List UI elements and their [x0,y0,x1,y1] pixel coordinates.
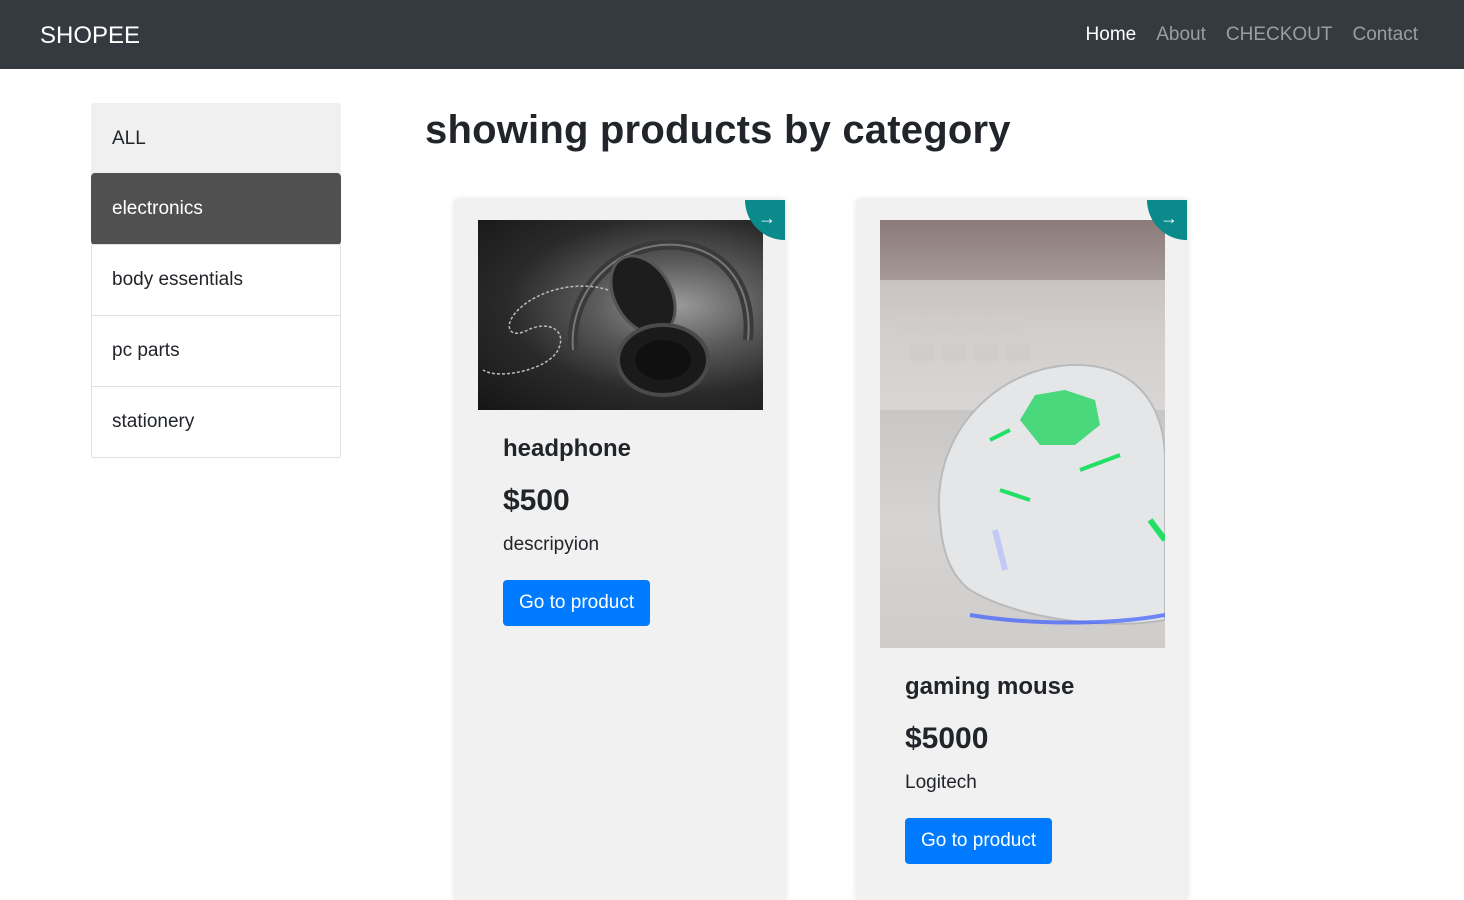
nav-link-about[interactable]: About [1156,22,1206,48]
product-name: headphone [503,435,632,462]
category-item-all[interactable]: ALL [91,103,341,174]
product-image-headphone [478,220,763,410]
product-description: Logitech [905,772,977,793]
product-card-body: headphone $500 descripyion Go to product [503,434,651,626]
nav-links: Home About CHECKOUT Contact [1086,22,1418,48]
category-item-body-essentials[interactable]: body essentials [91,244,341,316]
category-item-stationery[interactable]: stationery [91,386,341,458]
product-card: → headphone $500 descripyion Go to produ… [455,200,785,900]
headphone-illustration [482,239,754,397]
product-price: $5000 [905,722,989,755]
product-price: $500 [503,484,570,517]
product-name: gaming mouse [905,673,1075,700]
product-image-gaming-mouse [880,220,1165,648]
brand-logo[interactable]: SHOPEE [40,21,140,51]
go-to-product-button[interactable]: Go to product [503,580,651,626]
nav-link-home[interactable]: Home [1086,22,1137,48]
nav-link-checkout[interactable]: CHECKOUT [1226,22,1333,48]
top-navbar: SHOPEE Home About CHECKOUT Contact [0,0,1464,69]
category-list: ALL electronics body essentials pc parts… [91,103,341,458]
category-item-pc-parts[interactable]: pc parts [91,315,341,387]
page-title: showing products by category [425,108,1011,152]
category-item-electronics[interactable]: electronics [91,173,341,245]
product-card-body: gaming mouse $5000 Logitech Go to produc… [905,672,1074,864]
go-to-product-button[interactable]: Go to product [905,818,1053,864]
nav-link-contact[interactable]: Contact [1353,22,1418,48]
product-card: → gaming mouse $5000 Logitech Go to prod… [857,200,1187,900]
product-description: descripyion [503,534,600,555]
gaming-mouse-illustration [880,280,1165,625]
